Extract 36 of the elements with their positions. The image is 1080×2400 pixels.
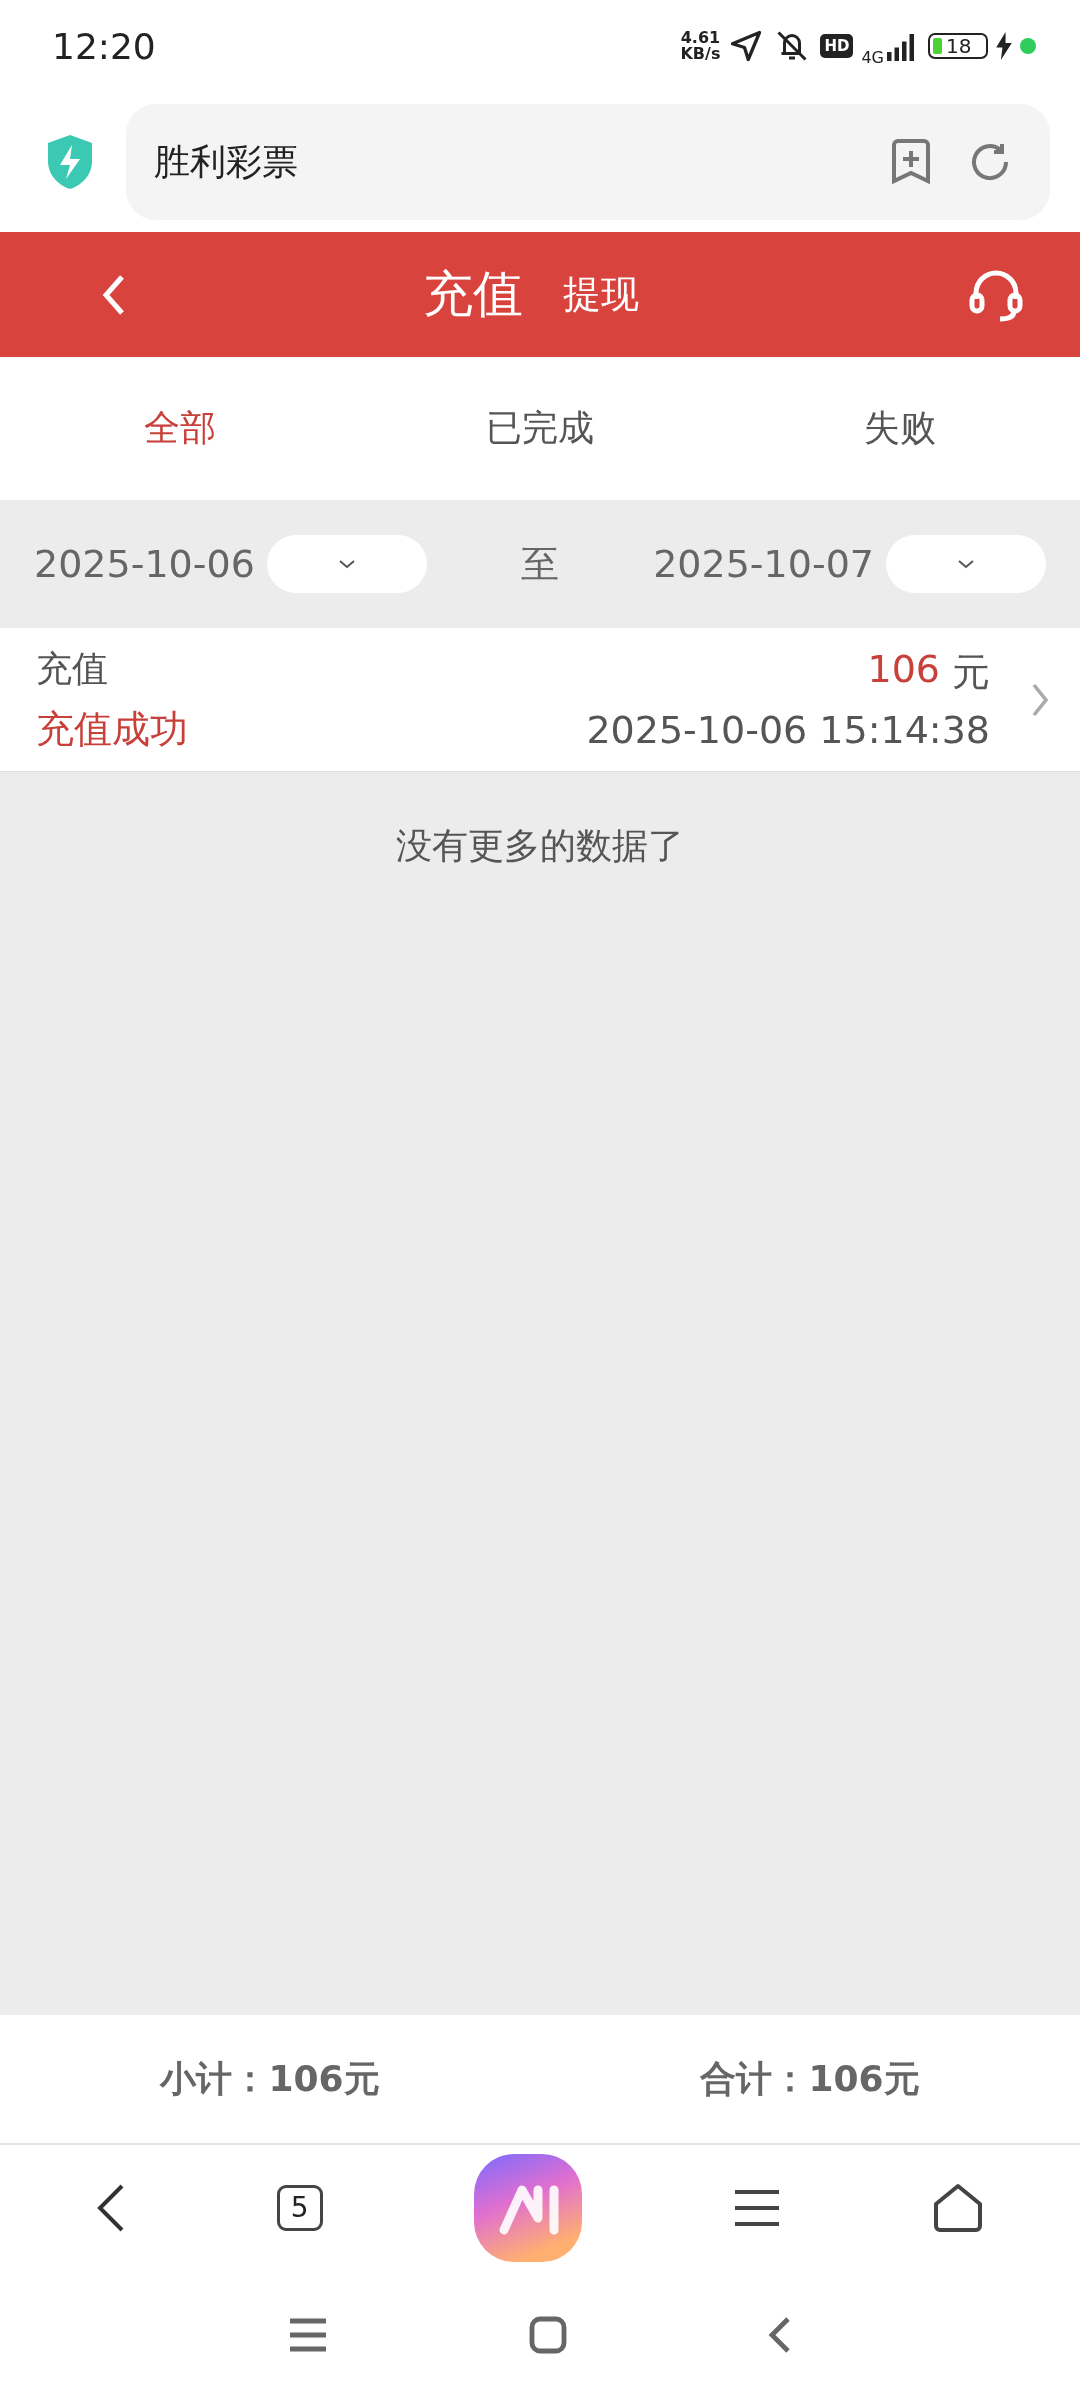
total-text: 合计：106元 (700, 2056, 920, 2101)
menu-icon[interactable] (733, 2187, 782, 2228)
tabs-button[interactable]: 5 (276, 2184, 323, 2231)
add-bookmark-icon[interactable] (890, 139, 932, 185)
filter-tab[interactable]: 已完成 (360, 384, 720, 473)
currency-unit: 元 (952, 649, 990, 696)
start-date: 2025-10-06 (34, 542, 255, 586)
record-status: 充值成功 (36, 705, 189, 753)
network-speed: 4.61 KB/s (680, 30, 721, 62)
record-amount: 106 (867, 647, 940, 693)
status-time: 12:20 (52, 25, 156, 67)
filter-tab[interactable]: 全部 (0, 384, 360, 473)
back-icon[interactable] (768, 2315, 792, 2355)
record-type: 充值 (36, 646, 109, 691)
header-tab[interactable]: 提现 (563, 269, 639, 320)
home-icon[interactable] (932, 2181, 985, 2234)
assistant-app-icon[interactable] (473, 2153, 582, 2262)
page-title: 胜利彩票 (154, 139, 299, 184)
battery-icon: 18 (928, 33, 988, 59)
header-tab[interactable]: 充值 (423, 261, 523, 328)
no-more-data-text: 没有更多的数据了 (395, 824, 685, 868)
menu-icon[interactable] (288, 2317, 328, 2353)
chevron-down-icon (957, 559, 975, 569)
address-bar[interactable]: 胜利彩票 (126, 104, 1050, 220)
end-date: 2025-10-07 (653, 542, 874, 586)
charging-icon (996, 32, 1012, 60)
record-time: 2025-10-06 15:14:38 (586, 708, 990, 752)
home-square-icon[interactable] (528, 2315, 568, 2355)
privacy-dot-icon (1020, 38, 1036, 54)
subtotal-text: 小计：106元 (160, 2056, 380, 2101)
record-row[interactable]: 充值 充值成功 106 元 2025-10-06 15:14:38 (0, 628, 1080, 772)
hd-badge: HD (820, 34, 854, 58)
network-type: 4G (861, 47, 884, 67)
chevron-down-icon (337, 559, 356, 569)
filter-tab[interactable]: 失败 (720, 384, 1080, 473)
range-separator: 至 (520, 540, 560, 588)
